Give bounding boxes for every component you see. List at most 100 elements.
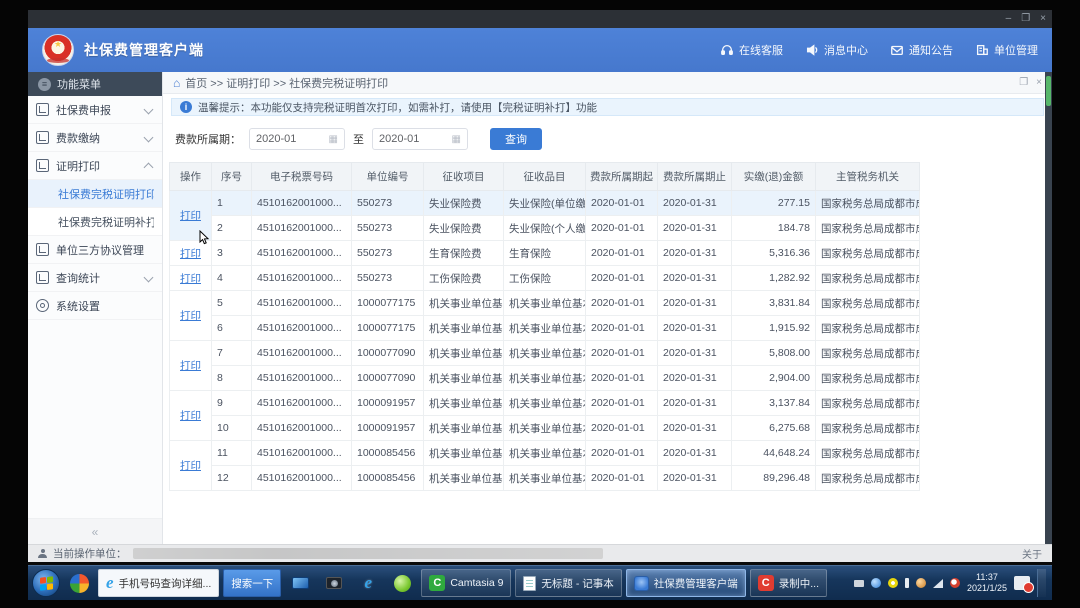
column-header-实缴(退)金额: 实缴(退)金额	[732, 163, 816, 191]
sidebar-subitem-社保费完税证明补打[interactable]: 社保费完税证明补打	[28, 208, 162, 236]
sidebar-item-费款缴纳[interactable]: 费款缴纳	[28, 124, 162, 152]
tray-ime-icon[interactable]	[905, 578, 909, 588]
app-title: 社保费管理客户端	[84, 40, 204, 60]
taskbar-display-icon[interactable]	[285, 569, 315, 597]
taskbar-window-搜索一下[interactable]: 搜索一下	[223, 569, 281, 597]
print-link[interactable]: 打印	[180, 248, 201, 260]
sidebar-collapse-button[interactable]: «	[28, 518, 162, 544]
header-nav-单位管理[interactable]: 单位管理	[975, 42, 1038, 58]
scrollbar[interactable]	[1045, 72, 1052, 544]
tray-bluetooth-icon[interactable]	[871, 578, 881, 588]
scrollbar-thumb[interactable]	[1046, 76, 1051, 106]
print-link[interactable]: 打印	[180, 410, 201, 422]
taskbar-sogou-icon[interactable]	[64, 569, 94, 597]
period-start-input[interactable]: 2020-01 ▦	[249, 128, 345, 150]
chevron-down-icon	[144, 273, 154, 283]
about-link[interactable]: 关于	[1022, 546, 1042, 561]
taskbar-clock[interactable]: 11:37 2021/1/25	[967, 572, 1007, 595]
window-titlebar: – ❐ ×	[28, 10, 1052, 28]
column-header-征收品目: 征收品目	[504, 163, 586, 191]
taskbar-window-录制中...[interactable]: C录制中...	[750, 569, 827, 597]
tray-volume-icon[interactable]	[888, 578, 898, 588]
cell-end: 2020-01-31	[658, 416, 732, 441]
print-link[interactable]: 打印	[180, 310, 201, 322]
tab-close-icon[interactable]: ×	[1036, 77, 1042, 88]
chevron-down-icon	[144, 133, 154, 143]
sidebar-subitem-社保费完税证明打印[interactable]: 社保费完税证明打印	[28, 180, 162, 208]
home-icon[interactable]: ⌂	[173, 76, 180, 90]
minimize-button[interactable]: –	[1006, 14, 1012, 24]
period-end-value: 2020-01	[379, 133, 419, 145]
display-icon	[292, 577, 309, 589]
taskbar-window-Camtasia 9[interactable]: CCamtasia 9	[421, 569, 511, 597]
table-header-row: 操作序号电子税票号码单位编号征收项目征收品目费款所属期起费款所属期止实缴(退)金…	[170, 163, 920, 191]
breadcrumb-text: 首页 >> 证明打印 >> 社保费完税证明打印	[185, 75, 388, 91]
taskbar-window-手机号码查询详细...[interactable]: e手机号码查询详细...	[98, 569, 219, 597]
tray-update-icon[interactable]	[916, 578, 926, 588]
sidebar-item-单位三方协议管理[interactable]: 单位三方协议管理	[28, 236, 162, 264]
tray-network-icon[interactable]	[933, 579, 943, 588]
cell-end: 2020-01-31	[658, 316, 732, 341]
cell-seq: 1	[212, 191, 252, 216]
header-nav-通知公告[interactable]: 通知公告	[890, 42, 953, 58]
windows-start-icon[interactable]	[32, 569, 60, 597]
maximize-button[interactable]: ❐	[1021, 14, 1030, 24]
show-desktop-button[interactable]	[1037, 569, 1046, 597]
cell-ticket: 4510162001000...	[252, 441, 352, 466]
cell-seq: 2	[212, 216, 252, 241]
cell-ticket: 4510162001000...	[252, 266, 352, 291]
print-link[interactable]: 打印	[180, 210, 201, 222]
header-nav-label: 通知公告	[909, 42, 953, 58]
taskbar-window-label: 社保费管理客户端	[654, 576, 738, 591]
filter-bar: 费款所属期： 2020-01 ▦ 至 2020-01 ▦ 查询	[163, 116, 1052, 160]
calendar-icon[interactable]: ▦	[452, 134, 461, 145]
cell-amount: 3,137.84	[732, 391, 816, 416]
header-nav-label: 在线客服	[739, 42, 783, 58]
print-link[interactable]: 打印	[180, 273, 201, 285]
chevron-down-icon	[144, 105, 154, 115]
cell-end: 2020-01-31	[658, 216, 732, 241]
print-link[interactable]: 打印	[180, 360, 201, 372]
print-link[interactable]: 打印	[180, 460, 201, 472]
cell-amount: 6,275.68	[732, 416, 816, 441]
header-nav-在线客服[interactable]: 在线客服	[720, 42, 783, 58]
sidebar-item-社保费申报[interactable]: 社保费申报	[28, 96, 162, 124]
taskbar-window-社保费管理客户端[interactable]: 社保费管理客户端	[626, 569, 746, 597]
calendar-icon[interactable]: ▦	[329, 134, 338, 145]
header-nav-消息中心[interactable]: 消息中心	[805, 42, 868, 58]
taskbar-safe360-icon[interactable]	[387, 569, 417, 597]
sidebar-item-证明打印[interactable]: 证明打印	[28, 152, 162, 180]
cell-unit: 1000077175	[352, 316, 424, 341]
desktop: – ❐ × 社保费管理客户端 在线客服消息中心通知公告单位管理 ≡ 功能菜单 社…	[28, 10, 1052, 600]
sidebar-item-系统设置[interactable]: 系统设置	[28, 292, 162, 320]
tab-restore-icon[interactable]: ❐	[1019, 77, 1028, 88]
taskbar-window-label: Camtasia 9	[450, 577, 503, 589]
taskbar-window-label: 搜索一下	[231, 576, 273, 591]
cell-unit: 1000091957	[352, 416, 424, 441]
cell-project: 机关事业单位基本...	[424, 466, 504, 491]
action-center-icon[interactable]	[1014, 576, 1030, 590]
cell-amount: 44,648.24	[732, 441, 816, 466]
cell-item: 机关事业单位基本...	[504, 291, 586, 316]
cell-start: 2020-01-01	[586, 266, 658, 291]
cell-unit: 550273	[352, 216, 424, 241]
sogou-icon[interactable]	[64, 569, 94, 597]
period-end-input[interactable]: 2020-01 ▦	[372, 128, 468, 150]
table-row: 打印94510162001000...1000091957机关事业单位基本...…	[170, 391, 920, 416]
taskbar-window-无标题 - 记事本[interactable]: 无标题 - 记事本	[515, 569, 621, 597]
tray-antivirus-icon[interactable]	[950, 578, 960, 588]
close-button[interactable]: ×	[1040, 14, 1046, 24]
column-header-序号: 序号	[212, 163, 252, 191]
cell-seq: 11	[212, 441, 252, 466]
search-button[interactable]: 查询	[490, 128, 542, 150]
notice-text: 温馨提示：本功能仅支持完税证明首次打印，如需补打，请使用【完税证明补打】功能	[198, 100, 597, 115]
taskbar-snipping-icon[interactable]	[319, 569, 349, 597]
tray-box-icon[interactable]	[854, 580, 864, 587]
app-icon	[634, 576, 649, 591]
sidebar-item-查询统计[interactable]: 查询统计	[28, 264, 162, 292]
cell-end: 2020-01-31	[658, 266, 732, 291]
taskbar-ie-icon[interactable]: e	[353, 569, 383, 597]
sidebar-subitem-label: 社保费完税证明补打	[58, 214, 154, 230]
speaker-icon	[805, 43, 819, 57]
cell-seq: 10	[212, 416, 252, 441]
